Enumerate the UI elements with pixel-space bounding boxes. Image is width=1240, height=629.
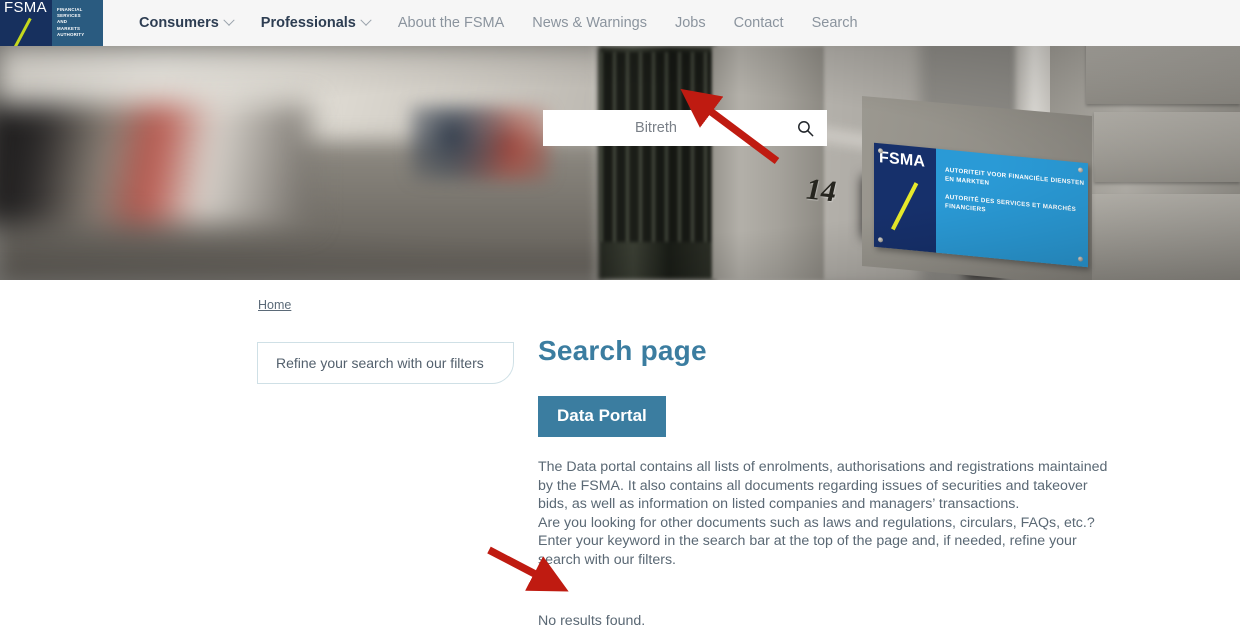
nav-item-search[interactable]: Search bbox=[798, 15, 872, 31]
fsma-logo[interactable]: FSMA FINANCIAL SERVICES AND MARKETS AUTH… bbox=[0, 0, 103, 46]
nav-item-professionals[interactable]: Professionals bbox=[247, 14, 384, 31]
main-column: Search page Data Portal The Data portal … bbox=[538, 335, 1138, 629]
logo-wordmark: FINANCIAL SERVICES AND MARKETS AUTHORITY bbox=[52, 0, 103, 46]
main-menu: Consumers Professionals About the FSMA N… bbox=[125, 0, 872, 46]
nav-item-label: Search bbox=[811, 15, 858, 31]
refine-search-label: Refine your search with our filters bbox=[276, 355, 484, 371]
top-navigation-bar: FSMA FINANCIAL SERVICES AND MARKETS AUTH… bbox=[0, 0, 1240, 46]
description-paragraph-1: The Data portal contains all lists of en… bbox=[538, 459, 1108, 513]
search-icon bbox=[797, 120, 813, 136]
nav-item-consumers[interactable]: Consumers bbox=[125, 14, 247, 31]
nav-item-label: About the FSMA bbox=[397, 15, 505, 31]
page-title: Search page bbox=[538, 335, 707, 366]
logo-slash-icon bbox=[14, 17, 32, 46]
data-portal-description: The Data portal contains all lists of en… bbox=[538, 458, 1114, 570]
description-paragraph-2: Are you looking for other documents such… bbox=[538, 514, 1095, 568]
nav-item-label: Contact bbox=[733, 15, 784, 31]
logo-abbreviation: FSMA bbox=[4, 0, 47, 16]
hero-background-photo: 14 FSMA AUTORITEIT VOOR FINANCIËLE DIENS… bbox=[0, 46, 1240, 280]
refine-search-filters-box[interactable]: Refine your search with our filters bbox=[257, 342, 514, 384]
no-results-text: No results found. bbox=[538, 612, 646, 629]
search-input[interactable] bbox=[543, 110, 783, 146]
nav-item-label: Consumers bbox=[139, 15, 219, 31]
breadcrumb-home[interactable]: Home bbox=[258, 298, 291, 312]
nav-item-contact[interactable]: Contact bbox=[720, 15, 798, 31]
logo-mark: FSMA bbox=[0, 0, 52, 46]
nav-item-label: Professionals bbox=[260, 15, 356, 31]
nav-item-news-and-warnings[interactable]: News & Warnings bbox=[518, 15, 661, 31]
hero-search-box[interactable] bbox=[543, 110, 827, 146]
nav-item-jobs[interactable]: Jobs bbox=[661, 15, 720, 31]
search-submit-button[interactable] bbox=[783, 110, 827, 146]
nav-item-label: Jobs bbox=[674, 15, 706, 31]
nav-item-about-the-fsma[interactable]: About the FSMA bbox=[384, 15, 518, 31]
nav-item-label: News & Warnings bbox=[532, 15, 647, 31]
chevron-down-icon bbox=[360, 14, 372, 26]
hero-banner: 14 FSMA AUTORITEIT VOOR FINANCIËLE DIENS… bbox=[0, 46, 1240, 280]
chevron-down-icon bbox=[223, 14, 235, 26]
logo-word-5: AUTHORITY bbox=[57, 31, 85, 37]
tab-data-portal[interactable]: Data Portal bbox=[538, 396, 666, 437]
